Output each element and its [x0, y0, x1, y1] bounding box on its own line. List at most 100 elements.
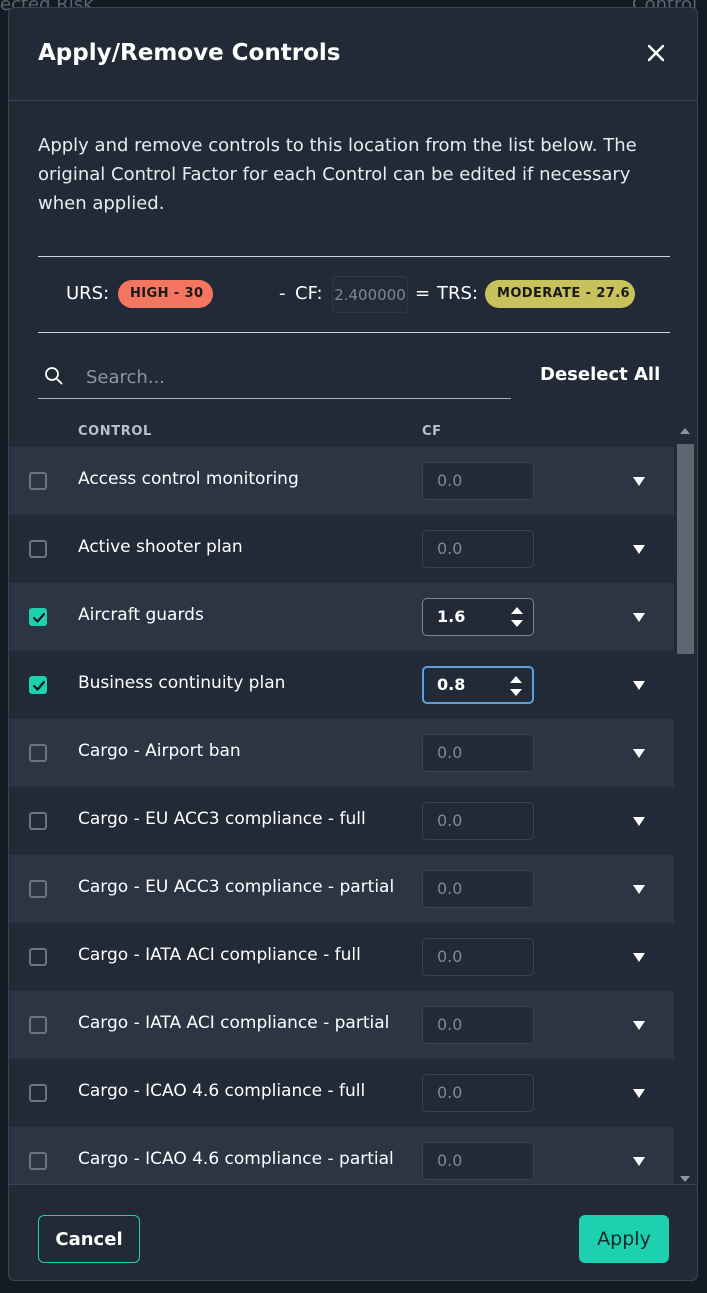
cf-input[interactable]: 0.0	[422, 802, 534, 840]
apply-remove-controls-dialog: Apply/Remove Controls Apply and remove c…	[8, 7, 698, 1281]
cf-value: 0.0	[437, 1015, 463, 1034]
checkmark-icon	[32, 680, 46, 691]
cf-stepper[interactable]	[509, 604, 525, 630]
dialog-title: Apply/Remove Controls	[38, 40, 341, 66]
equals-sign: =	[415, 283, 431, 304]
row-checkbox[interactable]	[29, 1084, 47, 1102]
row-checkbox[interactable]	[29, 472, 47, 490]
cf-input[interactable]: 0.0	[422, 734, 534, 772]
trs-label: TRS:	[437, 283, 478, 304]
minus-sign: -	[279, 283, 286, 304]
control-name: Cargo - IATA ACI compliance - full	[78, 945, 361, 965]
cf-value: 0.0	[437, 743, 463, 762]
control-name: Cargo - ICAO 4.6 compliance - partial	[78, 1149, 394, 1169]
row-checkbox[interactable]	[29, 812, 47, 830]
expand-chevron-down-icon[interactable]	[633, 477, 645, 486]
cf-value: 0.8	[437, 675, 466, 694]
column-header-cf: CF	[422, 424, 442, 439]
cf-input[interactable]: 0.0	[422, 462, 534, 500]
urs-status-badge: HIGH - 30	[118, 280, 213, 308]
total-cf-field: 2.400000	[332, 276, 408, 313]
expand-chevron-down-icon[interactable]	[633, 681, 645, 690]
table-row: Cargo - EU ACC3 compliance - partial 0.0	[9, 855, 674, 923]
table-row: Cargo - ICAO 4.6 compliance - partial 0.0	[9, 1127, 674, 1184]
cf-value: 0.0	[437, 879, 463, 898]
deselect-all-button[interactable]: Deselect All	[540, 364, 660, 385]
cf-input[interactable]: 0.0	[422, 1074, 534, 1112]
stepper-up-icon[interactable]	[509, 604, 525, 616]
table-row: Aircraft guards 1.6	[9, 583, 674, 651]
cf-value: 0.0	[437, 539, 463, 558]
expand-chevron-down-icon[interactable]	[633, 545, 645, 554]
expand-chevron-down-icon[interactable]	[633, 1157, 645, 1166]
row-checkbox[interactable]	[29, 744, 47, 762]
control-name: Cargo - EU ACC3 compliance - full	[78, 809, 366, 829]
row-checkbox[interactable]	[29, 540, 47, 558]
cf-value: 0.0	[437, 1151, 463, 1170]
search-icon	[45, 367, 63, 385]
expand-chevron-down-icon[interactable]	[633, 1021, 645, 1030]
control-name: Cargo - EU ACC3 compliance - partial	[78, 877, 395, 897]
cf-label: CF:	[295, 283, 323, 304]
stepper-down-icon[interactable]	[508, 687, 524, 699]
cf-value: 0.0	[437, 811, 463, 830]
scrollbar-thumb[interactable]	[677, 444, 694, 654]
table-row: Business continuity plan 0.8	[9, 651, 674, 719]
row-checkbox[interactable]	[29, 676, 47, 694]
row-checkbox[interactable]	[29, 1016, 47, 1034]
control-name: Business continuity plan	[78, 673, 286, 693]
row-checkbox[interactable]	[29, 608, 47, 626]
column-header-control: CONTROL	[78, 424, 152, 439]
dialog-description: Apply and remove controls to this locati…	[38, 135, 637, 214]
cf-input[interactable]: 0.8	[422, 666, 534, 704]
close-icon	[647, 44, 665, 62]
dialog-header: Apply/Remove Controls	[9, 8, 697, 101]
expand-chevron-down-icon[interactable]	[633, 1089, 645, 1098]
search-field	[38, 351, 511, 399]
row-checkbox[interactable]	[29, 948, 47, 966]
table-row: Cargo - IATA ACI compliance - partial 0.0	[9, 991, 674, 1059]
scroll-up-arrow-icon[interactable]	[680, 428, 690, 434]
table-row: Cargo - IATA ACI compliance - full 0.0	[9, 923, 674, 991]
trs-status-badge: MODERATE - 27.6	[485, 280, 635, 308]
checkmark-icon	[32, 612, 46, 623]
control-list: Access control monitoring 0.0 Active shoot…	[9, 439, 674, 1184]
control-name: Cargo - ICAO 4.6 compliance - full	[78, 1081, 366, 1101]
cf-input[interactable]: 0.0	[422, 870, 534, 908]
row-checkbox[interactable]	[29, 880, 47, 898]
search-input[interactable]	[84, 361, 498, 393]
expand-chevron-down-icon[interactable]	[633, 749, 645, 758]
expand-chevron-down-icon[interactable]	[633, 613, 645, 622]
table-row: Cargo - Airport ban 0.0	[9, 719, 674, 787]
table-row: Active shooter plan 0.0	[9, 515, 674, 583]
control-name: Active shooter plan	[78, 537, 243, 557]
cf-value: 0.0	[437, 471, 463, 490]
close-button[interactable]	[639, 36, 673, 70]
cf-input[interactable]: 0.0	[422, 530, 534, 568]
stepper-down-icon[interactable]	[509, 618, 525, 630]
row-checkbox[interactable]	[29, 1152, 47, 1170]
scrollbar[interactable]	[674, 420, 697, 1188]
cf-value: 0.0	[437, 947, 463, 966]
expand-chevron-down-icon[interactable]	[633, 817, 645, 826]
cf-input[interactable]: 0.0	[422, 938, 534, 976]
score-summary: URS: HIGH - 30 - CF: 2.400000 = TRS: MOD…	[38, 256, 670, 332]
cf-input[interactable]: 1.6	[422, 598, 534, 636]
control-name: Access control monitoring	[78, 469, 299, 489]
urs-label: URS:	[66, 283, 110, 304]
expand-chevron-down-icon[interactable]	[633, 953, 645, 962]
stepper-up-icon[interactable]	[508, 673, 524, 685]
scroll-down-arrow-icon[interactable]	[680, 1176, 690, 1182]
cf-value: 1.6	[437, 607, 466, 626]
apply-button[interactable]: Apply	[579, 1215, 669, 1263]
control-name: Cargo - IATA ACI compliance - partial	[78, 1013, 390, 1033]
cf-stepper[interactable]	[508, 673, 524, 699]
control-name: Aircraft guards	[78, 605, 204, 625]
control-name: Cargo - Airport ban	[78, 741, 241, 761]
cf-input[interactable]: 0.0	[422, 1006, 534, 1044]
table-row: Cargo - EU ACC3 compliance - full 0.0	[9, 787, 674, 855]
table-row: Cargo - ICAO 4.6 compliance - full 0.0	[9, 1059, 674, 1127]
expand-chevron-down-icon[interactable]	[633, 885, 645, 894]
cf-input[interactable]: 0.0	[422, 1142, 534, 1180]
cancel-button[interactable]: Cancel	[38, 1215, 140, 1263]
